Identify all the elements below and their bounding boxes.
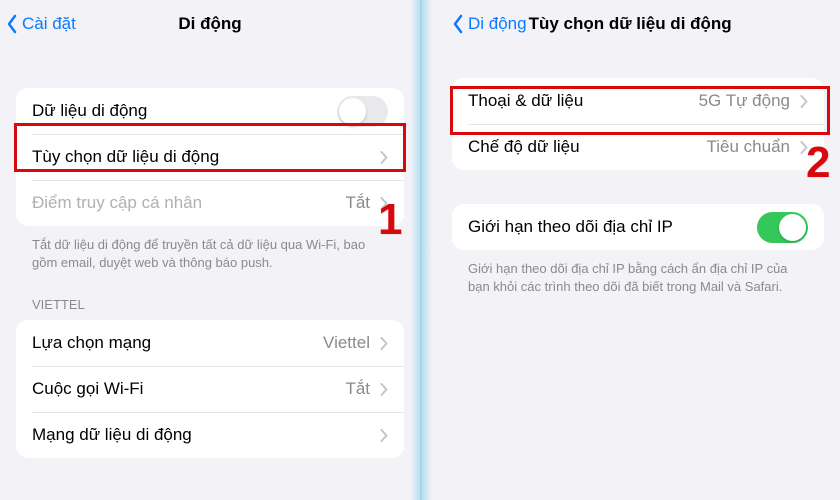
label: Chế độ dữ liệu: [468, 137, 580, 157]
divider-gradient: [422, 0, 432, 500]
row-mobile-data-options[interactable]: Tùy chọn dữ liệu di động: [16, 134, 404, 180]
value: Tiêu chuẩn: [707, 137, 790, 157]
page-title: Tùy chọn dữ liệu di động: [529, 14, 732, 34]
group-carrier: Lựa chọn mạng Viettel Cuộc gọi Wi-Fi Tắt…: [16, 320, 404, 458]
label: Điểm truy cập cá nhân: [32, 193, 202, 213]
back-label: Di động: [468, 14, 527, 34]
value: Viettel: [323, 333, 370, 353]
row-data-mode[interactable]: Chế độ dữ liệu Tiêu chuẩn: [452, 124, 824, 170]
chevron-right-icon: [800, 95, 808, 108]
group-ip-tracking: Giới hạn theo dõi địa chỉ IP: [452, 204, 824, 250]
mobile-data-options-panel: Di động Tùy chọn dữ liệu di động Thoại &…: [420, 0, 840, 500]
value: Tắt: [345, 379, 370, 399]
label: Giới hạn theo dõi địa chỉ IP: [468, 217, 673, 237]
row-limit-ip-tracking[interactable]: Giới hạn theo dõi địa chỉ IP: [452, 204, 824, 250]
chevron-right-icon: [380, 383, 388, 396]
nav-bar: Cài đặt Di động: [0, 0, 420, 48]
group-footer-text: Tắt dữ liệu di động để truyền tất cả dữ …: [16, 226, 404, 271]
settings-mobile-panel: Cài đặt Di động Dữ liệu di động Tùy chọn…: [0, 0, 420, 500]
mobile-data-toggle[interactable]: [337, 96, 388, 127]
row-wifi-calling[interactable]: Cuộc gọi Wi-Fi Tắt: [16, 366, 404, 412]
value: Tắt: [345, 193, 370, 213]
row-mobile-data-network[interactable]: Mạng dữ liệu di động: [16, 412, 404, 458]
chevron-right-icon: [380, 151, 388, 164]
group-mobile-data: Dữ liệu di động Tùy chọn dữ liệu di động…: [16, 88, 404, 226]
label: Dữ liệu di động: [32, 101, 147, 121]
label: Cuộc gọi Wi-Fi: [32, 379, 143, 399]
content: Dữ liệu di động Tùy chọn dữ liệu di động…: [0, 48, 420, 458]
group-voice-data: Thoại & dữ liệu 5G Tự động Chế độ dữ liệ…: [452, 78, 824, 170]
row-voice-and-data[interactable]: Thoại & dữ liệu 5G Tự động: [452, 78, 824, 124]
chevron-right-icon: [380, 197, 388, 210]
content: Thoại & dữ liệu 5G Tự động Chế độ dữ liệ…: [422, 48, 840, 295]
limit-ip-toggle[interactable]: [757, 212, 808, 243]
chevron-right-icon: [380, 337, 388, 350]
label: Lựa chọn mạng: [32, 333, 151, 353]
group-footer-text: Giới hạn theo dõi địa chỉ IP bằng cách ẩ…: [452, 250, 824, 295]
chevron-left-icon: [452, 14, 464, 34]
section-header-carrier: VIETTEL: [16, 271, 404, 320]
back-button[interactable]: Di động: [452, 14, 527, 34]
page-title: Di động: [0, 14, 420, 34]
row-personal-hotspot[interactable]: Điểm truy cập cá nhân Tắt: [16, 180, 404, 226]
label: Mạng dữ liệu di động: [32, 425, 192, 445]
row-network-selection[interactable]: Lựa chọn mạng Viettel: [16, 320, 404, 366]
nav-bar: Di động Tùy chọn dữ liệu di động: [422, 0, 840, 48]
chevron-right-icon: [380, 429, 388, 442]
chevron-right-icon: [800, 141, 808, 154]
row-mobile-data[interactable]: Dữ liệu di động: [16, 88, 404, 134]
label: Thoại & dữ liệu: [468, 91, 583, 111]
divider-gradient: [410, 0, 420, 500]
value: 5G Tự động: [699, 91, 790, 111]
label: Tùy chọn dữ liệu di động: [32, 147, 219, 167]
